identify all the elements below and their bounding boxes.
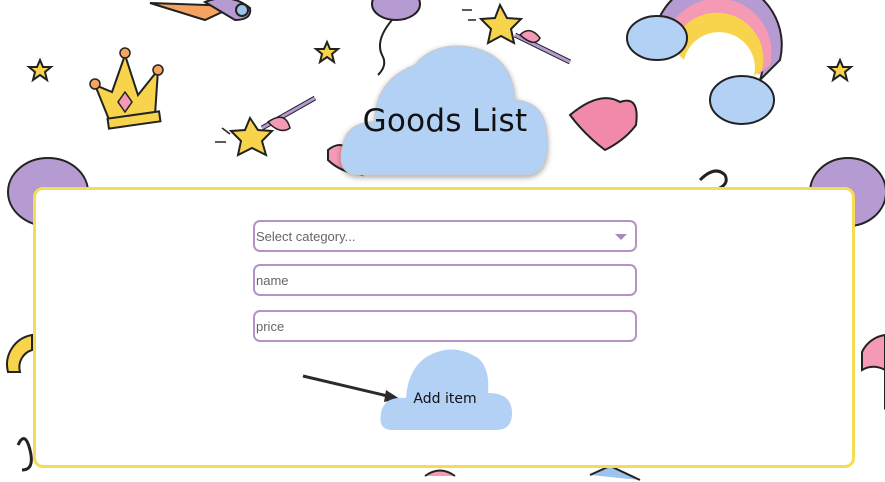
magic-wand-icon <box>215 95 317 157</box>
heart-icon <box>568 97 638 152</box>
star-icon <box>26 57 54 83</box>
page-title: Goods List <box>362 103 528 139</box>
category-select[interactable]: Select category... <box>253 220 637 252</box>
category-placeholder: Select category... <box>256 229 356 244</box>
name-field <box>253 264 637 296</box>
ice-cream-icon <box>149 0 252 22</box>
add-item-button[interactable] <box>378 348 514 432</box>
name-input[interactable] <box>255 266 635 294</box>
add-item-label[interactable]: Add item <box>380 391 510 407</box>
star-icon <box>826 57 854 83</box>
crown-icon <box>89 47 164 130</box>
rainbow-icon <box>626 0 783 125</box>
chevron-down-icon[interactable] <box>615 234 627 240</box>
price-field <box>253 310 637 342</box>
price-input[interactable] <box>255 312 635 340</box>
